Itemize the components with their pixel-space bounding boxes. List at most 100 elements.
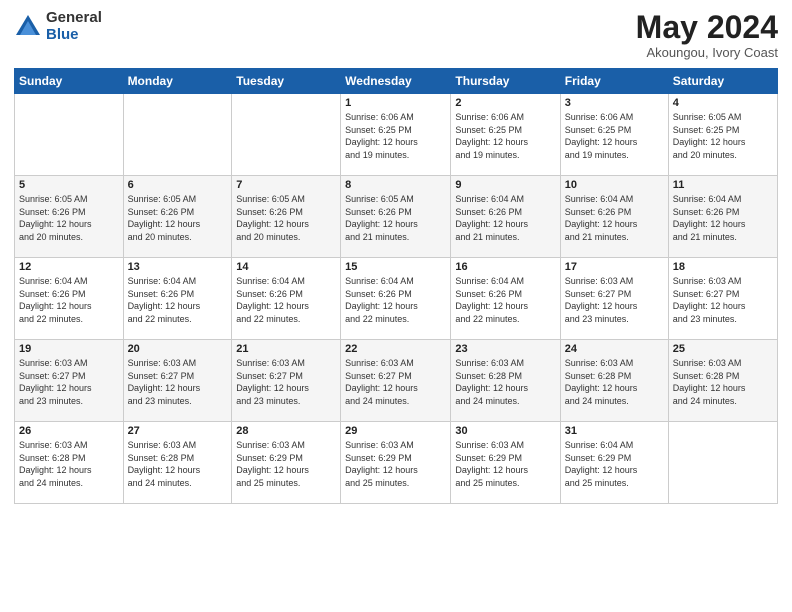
calendar-cell: 11 Sunrise: 6:04 AM Sunset: 6:26 PM Dayli… [668, 176, 777, 258]
day-number: 22 [345, 343, 446, 355]
calendar-cell: 5Sunrise: 6:05 AM Sunset: 6:26 PM Daylig… [15, 176, 124, 258]
day-info: Sunrise: 6:03 AM Sunset: 6:27 PM Dayligh… [236, 357, 336, 407]
day-info: Sunrise: 6:03 AM Sunset: 6:29 PM Dayligh… [455, 439, 555, 489]
calendar-cell: 21 Sunrise: 6:03 AM Sunset: 6:27 PM Dayli… [232, 340, 341, 422]
calendar-cell: 13 Sunrise: 6:04 AM Sunset: 6:26 PM Dayli… [123, 258, 232, 340]
calendar-cell: 7 Sunrise: 6:05 AM Sunset: 6:26 PM Daylig… [232, 176, 341, 258]
calendar-cell: 25Sunrise: 6:03 AM Sunset: 6:28 PM Dayli… [668, 340, 777, 422]
day-info: Sunrise: 6:03 AM Sunset: 6:28 PM Dayligh… [565, 357, 664, 407]
day-info: Sunrise: 6:04 AM Sunset: 6:26 PM Dayligh… [19, 275, 119, 325]
col-wednesday: Wednesday [341, 69, 451, 94]
day-number: 20 [128, 343, 228, 355]
calendar-cell: 2Sunrise: 6:06 AM Sunset: 6:25 PM Daylig… [451, 94, 560, 176]
calendar-cell: 17 Sunrise: 6:03 AM Sunset: 6:27 PM Dayli… [560, 258, 668, 340]
day-number: 30 [455, 425, 555, 437]
calendar-cell: 18 Sunrise: 6:03 AM Sunset: 6:27 PM Dayli… [668, 258, 777, 340]
day-number: 10 [565, 179, 664, 191]
day-info: Sunrise: 6:03 AM Sunset: 6:27 PM Dayligh… [345, 357, 446, 407]
calendar-cell [15, 94, 124, 176]
col-friday: Friday [560, 69, 668, 94]
logo-blue: Blue [46, 27, 102, 44]
day-info: Sunrise: 6:05 AM Sunset: 6:26 PM Dayligh… [236, 193, 336, 243]
day-info: Sunrise: 6:05 AM Sunset: 6:26 PM Dayligh… [128, 193, 228, 243]
day-info: Sunrise: 6:03 AM Sunset: 6:28 PM Dayligh… [128, 439, 228, 489]
day-number: 8 [345, 179, 446, 191]
day-number: 7 [236, 179, 336, 191]
month-title: May 2024 [636, 10, 778, 45]
day-number: 11 [673, 179, 773, 191]
day-number: 26 [19, 425, 119, 437]
calendar-cell [232, 94, 341, 176]
col-tuesday: Tuesday [232, 69, 341, 94]
logo-text: General Blue [46, 10, 102, 43]
calendar-cell: 10Sunrise: 6:04 AM Sunset: 6:26 PM Dayli… [560, 176, 668, 258]
calendar-cell [668, 422, 777, 504]
day-number: 15 [345, 261, 446, 273]
day-number: 24 [565, 343, 664, 355]
day-number: 1 [345, 97, 446, 109]
day-info: Sunrise: 6:03 AM Sunset: 6:28 PM Dayligh… [455, 357, 555, 407]
week-row-3: 12 Sunrise: 6:04 AM Sunset: 6:26 PM Dayli… [15, 258, 778, 340]
day-number: 12 [19, 261, 119, 273]
day-number: 21 [236, 343, 336, 355]
calendar-cell: 22 Sunrise: 6:03 AM Sunset: 6:27 PM Dayli… [341, 340, 451, 422]
title-area: May 2024 Akoungou, Ivory Coast [636, 10, 778, 60]
day-info: Sunrise: 6:04 AM Sunset: 6:29 PM Dayligh… [565, 439, 664, 489]
day-info: Sunrise: 6:03 AM Sunset: 6:27 PM Dayligh… [128, 357, 228, 407]
day-number: 18 [673, 261, 773, 273]
week-row-4: 19 Sunrise: 6:03 AM Sunset: 6:27 PM Dayli… [15, 340, 778, 422]
location: Akoungou, Ivory Coast [636, 45, 778, 60]
calendar-cell: 27Sunrise: 6:03 AM Sunset: 6:28 PM Dayli… [123, 422, 232, 504]
day-number: 19 [19, 343, 119, 355]
calendar-cell: 24 Sunrise: 6:03 AM Sunset: 6:28 PM Dayli… [560, 340, 668, 422]
col-saturday: Saturday [668, 69, 777, 94]
calendar-cell: 12 Sunrise: 6:04 AM Sunset: 6:26 PM Dayli… [15, 258, 124, 340]
day-number: 28 [236, 425, 336, 437]
day-number: 13 [128, 261, 228, 273]
day-info: Sunrise: 6:03 AM Sunset: 6:27 PM Dayligh… [673, 275, 773, 325]
day-number: 5 [19, 179, 119, 191]
day-number: 25 [673, 343, 773, 355]
calendar-cell: 16 Sunrise: 6:04 AM Sunset: 6:26 PM Dayli… [451, 258, 560, 340]
col-sunday: Sunday [15, 69, 124, 94]
calendar-cell: 28 Sunrise: 6:03 AM Sunset: 6:29 PM Dayli… [232, 422, 341, 504]
calendar-cell: 19 Sunrise: 6:03 AM Sunset: 6:27 PM Dayli… [15, 340, 124, 422]
calendar-cell: 1Sunrise: 6:06 AM Sunset: 6:25 PM Daylig… [341, 94, 451, 176]
day-number: 17 [565, 261, 664, 273]
calendar-cell: 3Sunrise: 6:06 AM Sunset: 6:25 PM Daylig… [560, 94, 668, 176]
day-number: 14 [236, 261, 336, 273]
day-info: Sunrise: 6:03 AM Sunset: 6:27 PM Dayligh… [565, 275, 664, 325]
week-row-2: 5 Sunrise: 6:05 AM Sunset: 6:26 PM Daylig… [15, 176, 778, 258]
col-thursday: Thursday [451, 69, 560, 94]
day-info: Sunrise: 6:04 AM Sunset: 6:26 PM Dayligh… [128, 275, 228, 325]
calendar-cell: 8 Sunrise: 6:05 AM Sunset: 6:26 PM Daylig… [341, 176, 451, 258]
day-number: 4 [673, 97, 773, 109]
day-info: Sunrise: 6:03 AM Sunset: 6:28 PM Dayligh… [19, 439, 119, 489]
calendar-cell: 31 Sunrise: 6:04 AM Sunset: 6:29 PM Dayli… [560, 422, 668, 504]
day-info: Sunrise: 6:04 AM Sunset: 6:26 PM Dayligh… [455, 193, 555, 243]
calendar-cell: 14 Sunrise: 6:04 AM Sunset: 6:26 PM Dayli… [232, 258, 341, 340]
col-monday: Monday [123, 69, 232, 94]
day-info: Sunrise: 6:03 AM Sunset: 6:29 PM Dayligh… [236, 439, 336, 489]
day-number: 9 [455, 179, 555, 191]
day-number: 31 [565, 425, 664, 437]
calendar-cell: 6 Sunrise: 6:05 AM Sunset: 6:26 PM Daylig… [123, 176, 232, 258]
calendar-cell: 26 Sunrise: 6:03 AM Sunset: 6:28 PM Dayli… [15, 422, 124, 504]
calendar-cell [123, 94, 232, 176]
week-row-5: 26 Sunrise: 6:03 AM Sunset: 6:28 PM Dayli… [15, 422, 778, 504]
calendar-cell: 15 Sunrise: 6:04 AM Sunset: 6:26 PM Dayli… [341, 258, 451, 340]
week-row-1: 1 Sunrise: 6:06 AM Sunset: 6:25 PM Daylig… [15, 94, 778, 176]
day-number: 6 [128, 179, 228, 191]
day-info: Sunrise: 6:03 AM Sunset: 6:27 PM Dayligh… [19, 357, 119, 407]
day-info: Sunrise: 6:04 AM Sunset: 6:26 PM Dayligh… [236, 275, 336, 325]
day-info: Sunrise: 6:05 AM Sunset: 6:26 PM Dayligh… [345, 193, 446, 243]
day-number: 16 [455, 261, 555, 273]
day-info: Sunrise: 6:06 AM Sunset: 6:25 PM Dayligh… [565, 111, 664, 161]
day-info: Sunrise: 6:05 AM Sunset: 6:25 PM Dayligh… [673, 111, 773, 161]
page: General Blue May 2024 Akoungou, Ivory Co… [0, 0, 792, 612]
day-info: Sunrise: 6:04 AM Sunset: 6:26 PM Dayligh… [345, 275, 446, 325]
day-info: Sunrise: 6:04 AM Sunset: 6:26 PM Dayligh… [673, 193, 773, 243]
calendar-cell: 4 Sunrise: 6:05 AM Sunset: 6:25 PM Daylig… [668, 94, 777, 176]
calendar-cell: 9 Sunrise: 6:04 AM Sunset: 6:26 PM Daylig… [451, 176, 560, 258]
day-info: Sunrise: 6:04 AM Sunset: 6:26 PM Dayligh… [455, 275, 555, 325]
